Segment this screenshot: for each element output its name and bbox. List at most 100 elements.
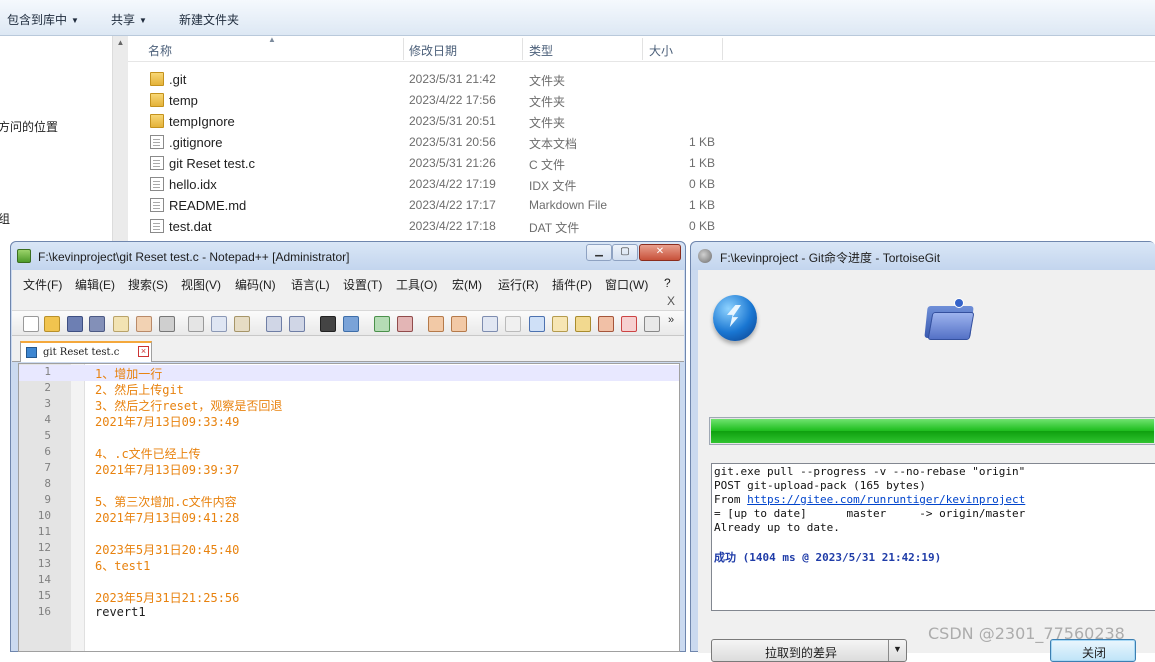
command-log[interactable]: git.exe pull --progress -v --no-rebase "… [711, 463, 1155, 611]
menu-tools[interactable]: 工具(O) [396, 276, 437, 293]
file-name: tempIgnore [169, 114, 235, 129]
column-header-name[interactable]: 名称 [148, 42, 172, 59]
file-row[interactable]: .git 2023/5/31 21:42 文件夹 [128, 69, 1155, 90]
file-row[interactable]: test.dat 2023/4/22 17:18 DAT 文件 0 KB [128, 216, 1155, 237]
watermark: CSDN @2301_77560238 [928, 624, 1125, 643]
file-row[interactable]: tempIgnore 2023/5/31 20:51 文件夹 [128, 111, 1155, 132]
menu-macro[interactable]: 宏(M) [452, 276, 482, 293]
remote-url-link[interactable]: https://gitee.com/runruntiger/kevinproje… [747, 493, 1025, 506]
new-folder-button[interactable]: 新建文件夹 [179, 11, 239, 28]
menu-file[interactable]: 文件(F) [23, 276, 62, 293]
code-line: 3、然后之行reset，观察是否回退 [95, 399, 283, 413]
file-row[interactable]: README.md 2023/4/22 17:17 Markdown File … [128, 195, 1155, 216]
menu-plugins[interactable]: 插件(P) [552, 276, 592, 293]
include-in-library-button[interactable]: 包含到库中 ▼ [7, 11, 79, 28]
nav-scrollbar[interactable]: ▲ [112, 36, 128, 245]
scroll-up-icon[interactable]: ▲ [115, 38, 126, 49]
zoom-out-icon[interactable] [397, 316, 413, 332]
replace-icon[interactable] [343, 316, 359, 332]
code-line: 2、然后上传git [95, 383, 184, 397]
column-header-size[interactable]: 大小 [649, 42, 673, 59]
find-icon[interactable] [320, 316, 336, 332]
pulled-diff-button[interactable]: 拉取到的差异 ▼ [711, 639, 907, 662]
redo-icon[interactable] [289, 316, 305, 332]
markdown-file-icon [150, 198, 164, 212]
menu-window[interactable]: 窗口(W) [605, 276, 648, 293]
code-line: 4、.c文件已经上传 [95, 447, 201, 461]
line-number: 6 [44, 445, 51, 458]
print-icon[interactable] [159, 316, 175, 332]
column-divider[interactable] [722, 38, 723, 60]
code-editor[interactable]: 1 1、增加一行 2 2、然后上传git 3 3、然后之行reset，观察是否回退 4 202… [18, 363, 680, 652]
close-all-icon[interactable] [136, 316, 152, 332]
nav-item-homegroup[interactable]: 组 [0, 210, 10, 227]
close-document-button[interactable]: X [667, 294, 675, 308]
menu-run[interactable]: 运行(R) [498, 276, 539, 293]
maximize-button[interactable]: ▢ [612, 244, 638, 261]
menu-settings[interactable]: 设置(T) [343, 276, 382, 293]
zoom-in-icon[interactable] [374, 316, 390, 332]
toolbar-overflow-icon[interactable]: » [668, 314, 674, 326]
sync-vertical-icon[interactable] [428, 316, 444, 332]
function-list-icon[interactable] [598, 316, 614, 332]
column-header-type[interactable]: 类型 [529, 42, 553, 59]
file-name: git Reset test.c [169, 156, 255, 171]
column-header-modified[interactable]: 修改日期 [409, 42, 457, 59]
chevron-down-icon: ▼ [893, 644, 902, 654]
line-number: 12 [37, 541, 51, 554]
menu-edit[interactable]: 编辑(E) [75, 276, 115, 293]
udl-icon[interactable] [552, 316, 568, 332]
window-title: F:\kevinproject\git Reset test.c - Notep… [38, 250, 350, 264]
notepadpp-window: F:\kevinproject\git Reset test.c - Notep… [10, 241, 686, 652]
paste-icon[interactable] [234, 316, 250, 332]
copy-icon[interactable] [211, 316, 227, 332]
column-divider[interactable] [522, 38, 523, 60]
new-file-icon[interactable] [23, 316, 39, 332]
menu-view[interactable]: 视图(V) [181, 276, 221, 293]
monitoring-icon[interactable] [644, 316, 660, 332]
menu-search[interactable]: 搜索(S) [128, 276, 168, 293]
tortoisegit-titlebar[interactable]: F:\kevinproject - Git命令进度 - TortoiseGit [691, 242, 1155, 270]
close-button[interactable]: ✕ [639, 244, 681, 261]
file-row[interactable]: .gitignore 2023/5/31 20:56 文本文档 1 KB [128, 132, 1155, 153]
open-file-icon[interactable] [44, 316, 60, 332]
file-row[interactable]: git Reset test.c 2023/5/31 21:26 C 文件 1 … [128, 153, 1155, 174]
file-row[interactable]: hello.idx 2023/4/22 17:19 IDX 文件 0 KB [128, 174, 1155, 195]
nav-item-recent-places[interactable]: 方问的位置 [0, 118, 58, 135]
cut-icon[interactable] [188, 316, 204, 332]
file-size: 1 KB [688, 198, 715, 212]
share-button[interactable]: 共享 ▼ [111, 11, 147, 28]
close-button-label: 关闭 [1081, 646, 1106, 660]
indent-guide-icon[interactable] [529, 316, 545, 332]
column-divider[interactable] [403, 38, 404, 60]
folder-icon [150, 72, 164, 86]
file-name: test.dat [169, 219, 212, 234]
doc-map-icon[interactable] [575, 316, 591, 332]
menu-encoding[interactable]: 编码(N) [235, 276, 276, 293]
column-divider[interactable] [642, 38, 643, 60]
menu-help[interactable]: ? [664, 276, 671, 290]
file-type: 文件夹 [529, 116, 566, 130]
file-date: 2023/4/22 17:18 [409, 219, 496, 233]
dropdown-toggle[interactable]: ▼ [888, 640, 906, 661]
code-line: 2023年5月31日20:45:40 [95, 543, 240, 557]
save-icon[interactable] [67, 316, 83, 332]
menu-language[interactable]: 语言(L) [291, 276, 330, 293]
file-date: 2023/4/22 17:56 [409, 93, 496, 107]
folder-as-workspace-icon[interactable] [621, 316, 637, 332]
save-all-icon[interactable] [89, 316, 105, 332]
code-line: 2021年7月13日09:39:37 [95, 463, 240, 477]
tab-close-icon[interactable]: × [138, 346, 149, 357]
show-all-characters-icon[interactable] [505, 316, 521, 332]
file-row[interactable]: temp 2023/4/22 17:56 文件夹 [128, 90, 1155, 111]
document-tab[interactable]: git Reset test.c × [20, 341, 152, 362]
notepadpp-titlebar[interactable]: F:\kevinproject\git Reset test.c - Notep… [11, 242, 685, 270]
sync-horizontal-icon[interactable] [451, 316, 467, 332]
close-file-icon[interactable] [113, 316, 129, 332]
file-size: 0 KB [688, 219, 715, 233]
minimize-button[interactable]: ▁ [586, 244, 612, 261]
word-wrap-icon[interactable] [482, 316, 498, 332]
file-date: 2023/5/31 21:42 [409, 72, 496, 86]
undo-icon[interactable] [266, 316, 282, 332]
saved-file-icon [26, 347, 37, 358]
